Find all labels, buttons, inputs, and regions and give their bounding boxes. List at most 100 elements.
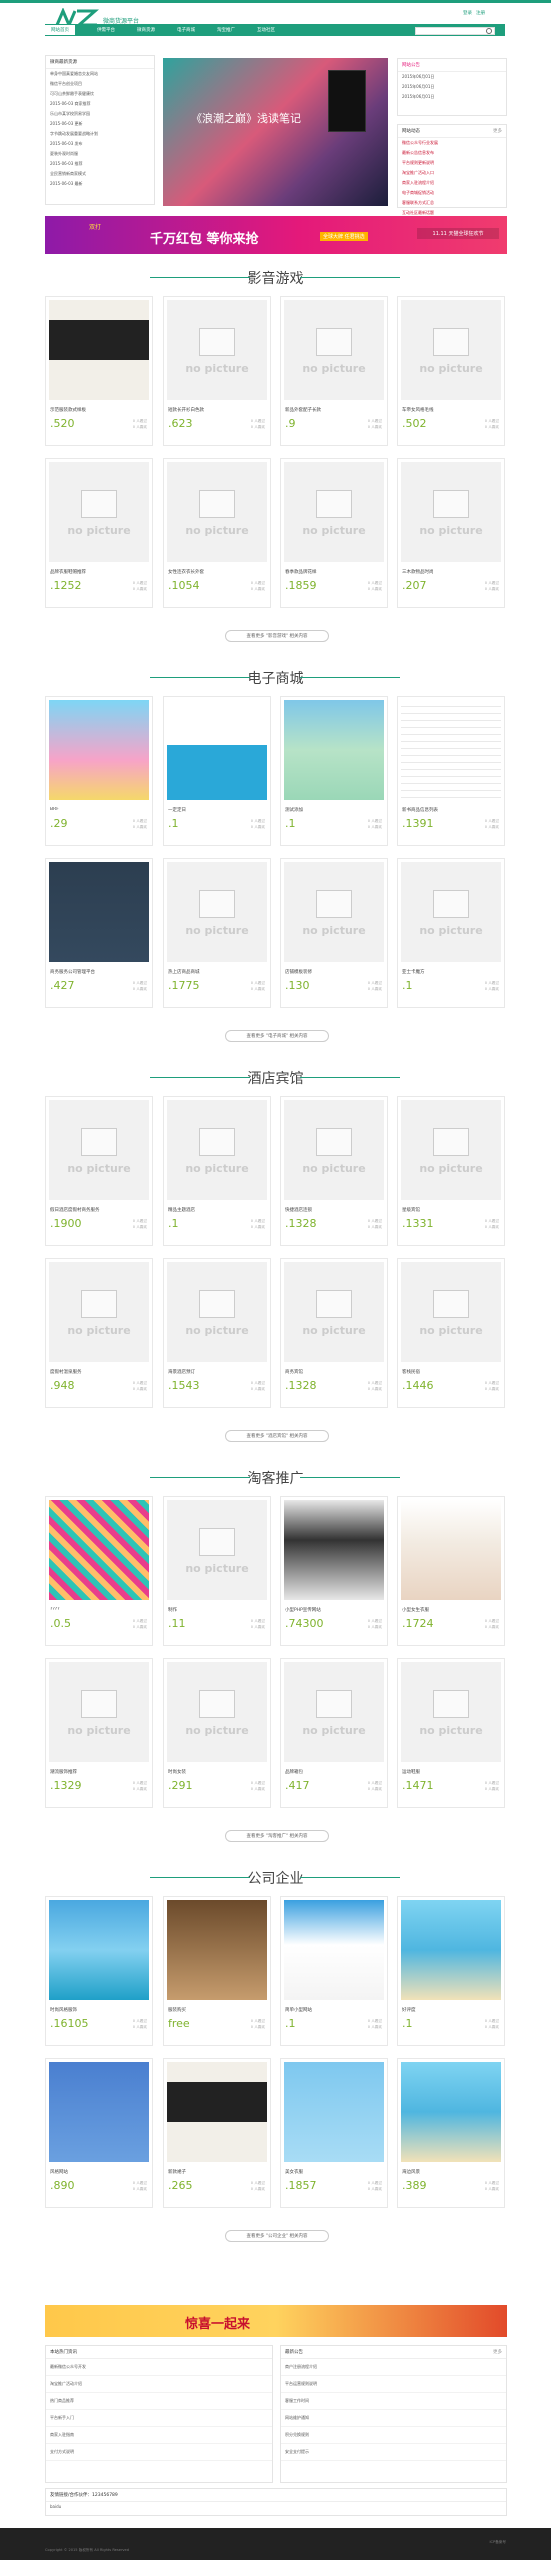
product-image[interactable] (49, 862, 149, 962)
news-item[interactable]: 2015-06-03 发布 (46, 139, 154, 149)
product-image[interactable]: no picture (167, 1662, 267, 1762)
site-logo[interactable]: 微商货源平台 (55, 4, 139, 26)
dynamic-item[interactable]: 客服联系方式汇总 (398, 198, 506, 208)
product-name[interactable]: 店铺模板装修 (285, 969, 385, 975)
product-name[interactable]: ???? (50, 1607, 150, 1612)
product-name[interactable]: 测试添加 (285, 807, 385, 813)
product-card[interactable]: no picture 春季款品牌花样 .1859 0 人看过 0 人喜欢 (280, 458, 388, 608)
notice-item[interactable]: 2015年06月01日 (398, 72, 506, 82)
product-card[interactable]: 好评度 .1 0 人看过 0 人喜欢 (397, 1896, 505, 2046)
product-card[interactable]: 测试添加 .1 0 人看过 0 人喜欢 (280, 696, 388, 846)
product-card[interactable]: 示范服装款式样板 .520 0 人看过 0 人喜欢 (45, 296, 153, 446)
product-name[interactable]: 三木款物品时尚 (402, 569, 502, 575)
product-image[interactable] (284, 1900, 384, 2000)
product-name[interactable]: 热上店商品商城 (168, 969, 268, 975)
product-image[interactable] (49, 700, 149, 800)
product-card[interactable]: no picture 三木款物品时尚 .207 0 人看过 0 人喜欢 (397, 458, 505, 608)
product-card[interactable]: no picture 亚士卡魔方 .1 0 人看过 0 人喜欢 (397, 858, 505, 1008)
product-name[interactable]: 客栈民宿 (402, 1369, 502, 1375)
nav-item-taobao[interactable]: 淘宝推广 (217, 27, 235, 33)
nav-item-home[interactable]: 网站首页 (45, 25, 75, 35)
bottom-right-more[interactable]: 更多 (493, 2349, 502, 2355)
product-card[interactable]: 一定定日 .1 0 人看过 0 人喜欢 (163, 696, 271, 846)
product-image[interactable] (49, 1500, 149, 1600)
product-card[interactable]: no picture 运动鞋服 .1471 0 人看过 0 人喜欢 (397, 1658, 505, 1808)
product-card[interactable]: 美女衣服 .1857 0 人看过 0 人喜欢 (280, 2058, 388, 2208)
bottom-list-item[interactable]: 商家入驻指南 (46, 2427, 272, 2444)
product-name[interactable]: 品牌衣服鞋帽推荐 (50, 569, 150, 575)
news-item[interactable]: 夏装外观时尚服 (46, 149, 154, 159)
product-image[interactable] (49, 300, 149, 400)
product-image[interactable] (401, 1500, 501, 1600)
product-image[interactable]: no picture (284, 1262, 384, 1362)
more-button[interactable]: 查看更多 "公司企业" 相关内容 (225, 2230, 329, 2242)
product-card[interactable]: no picture 精品主题酒店 .1 0 人看过 0 人喜欢 (163, 1096, 271, 1246)
product-image[interactable]: no picture (49, 1100, 149, 1200)
product-name[interactable]: 时尚风格服饰 (50, 2007, 150, 2013)
bottom-list-item[interactable]: 安全支付提示 (281, 2444, 506, 2461)
dynamic-item[interactable]: 最新公告信息发布 (398, 148, 506, 158)
product-image[interactable]: no picture (401, 1662, 501, 1762)
bottom-list-item[interactable]: 商户注册流程介绍 (281, 2359, 506, 2376)
product-name[interactable]: 好评度 (402, 2007, 502, 2013)
nav-item-supply[interactable]: 供需平台 (97, 27, 115, 33)
product-name[interactable]: 新书商品信息列表 (402, 807, 502, 813)
product-name[interactable]: 商务服务公司管理平台 (50, 969, 150, 975)
dynamic-item[interactable]: 电子商城促销活动 (398, 188, 506, 198)
product-image[interactable] (49, 1900, 149, 2000)
product-card[interactable]: no picture 品牌衣服鞋帽推荐 .1252 0 人看过 0 人喜欢 (45, 458, 153, 608)
product-card[interactable]: 小型女生衣服 .1724 0 人看过 0 人喜欢 (397, 1496, 505, 1646)
product-name[interactable]: 一定定日 (168, 807, 268, 813)
news-item[interactable]: 2015-06-03 最新 (46, 179, 154, 189)
product-name[interactable]: 新品外套配子长款 (285, 407, 385, 413)
product-name[interactable]: 短款长开衫白色款 (168, 407, 268, 413)
product-name[interactable]: 海景酒店预订 (168, 1369, 268, 1375)
nav-item-community[interactable]: 互动社区 (257, 27, 275, 33)
bottom-list-item[interactable]: 网站维护通知 (281, 2410, 506, 2427)
product-image[interactable]: no picture (401, 1100, 501, 1200)
bottom-list-item[interactable]: 客服工作时间 (281, 2393, 506, 2410)
news-item[interactable]: 可可山茶鲜嫩手表健康饮 (46, 89, 154, 99)
news-item[interactable]: 2015-06-03 商家推荐 (46, 99, 154, 109)
nav-item-mall[interactable]: 电子商城 (177, 27, 195, 33)
dynamic-item[interactable]: 商家入驻流程介绍 (398, 178, 506, 188)
product-image[interactable]: no picture (167, 1100, 267, 1200)
product-name[interactable]: 假日酒店度假村商务服务 (50, 1207, 150, 1213)
product-image[interactable]: no picture (401, 462, 501, 562)
product-card[interactable]: 时尚风格服饰 .16105 0 人看过 0 人喜欢 (45, 1896, 153, 2046)
product-image[interactable] (284, 1500, 384, 1600)
product-card[interactable]: no picture 女性连衣衣长外套 .1054 0 人看过 0 人喜欢 (163, 458, 271, 608)
product-image[interactable]: no picture (284, 300, 384, 400)
bottom-list-item[interactable]: 支付方式说明 (46, 2444, 272, 2461)
product-image[interactable]: no picture (167, 462, 267, 562)
product-image[interactable]: no picture (284, 1100, 384, 1200)
bottom-list-item[interactable]: 淘宝推广活动介绍 (46, 2376, 272, 2393)
login-link[interactable]: 登录 (463, 10, 472, 16)
more-button[interactable]: 查看更多 "影音游戏" 相关内容 (225, 630, 329, 642)
product-card[interactable]: no picture 车帝女风格毛线 .502 0 人看过 0 人喜欢 (397, 296, 505, 446)
product-image[interactable]: no picture (49, 1662, 149, 1762)
search-icon[interactable] (486, 28, 492, 34)
product-card[interactable]: 海边风景 .389 0 人看过 0 人喜欢 (397, 2058, 505, 2208)
product-name[interactable]: 服装购买 (168, 2007, 268, 2013)
product-name[interactable]: 小型PHP宣传网站 (285, 1607, 385, 1613)
news-item[interactable]: 单身中国真爱婚恋交友网站 (46, 69, 154, 79)
product-card[interactable]: ???? .0.5 0 人看过 0 人喜欢 (45, 1496, 153, 1646)
product-card[interactable]: no picture 热上店商品商城 .1775 0 人看过 0 人喜欢 (163, 858, 271, 1008)
product-card[interactable]: 风格网站 .890 0 人看过 0 人喜欢 (45, 2058, 153, 2208)
product-image[interactable]: no picture (284, 862, 384, 962)
product-card[interactable]: 简单小型网站 .1 0 人看过 0 人喜欢 (280, 1896, 388, 2046)
product-name[interactable]: 车帝女风格毛线 (402, 407, 502, 413)
product-card[interactable]: no picture 制作 .11 0 人看过 0 人喜欢 (163, 1496, 271, 1646)
product-image[interactable]: no picture (167, 1262, 267, 1362)
product-image[interactable] (284, 700, 384, 800)
product-name[interactable]: 运动鞋服 (402, 1769, 502, 1775)
product-name[interactable]: BRF (50, 807, 150, 812)
product-image[interactable] (49, 2062, 149, 2162)
product-name[interactable]: 潮流服饰推荐 (50, 1769, 150, 1775)
link-item[interactable]: baidu (46, 2502, 506, 2511)
product-card[interactable]: 商务服务公司管理平台 .427 0 人看过 0 人喜欢 (45, 858, 153, 1008)
product-name[interactable]: 小型女生衣服 (402, 1607, 502, 1613)
product-image[interactable]: no picture (401, 300, 501, 400)
product-name[interactable]: 星级宾馆 (402, 1207, 502, 1213)
